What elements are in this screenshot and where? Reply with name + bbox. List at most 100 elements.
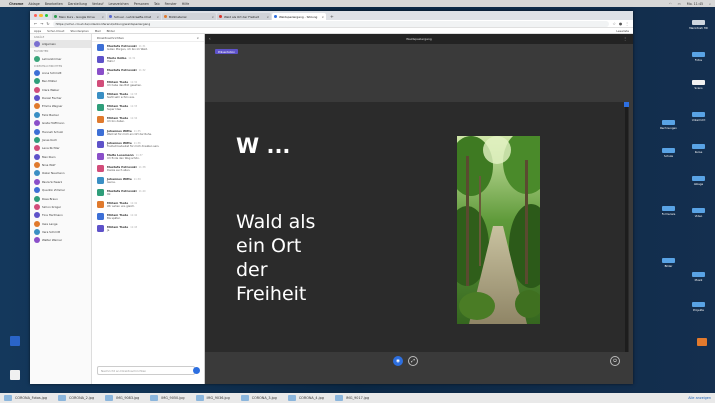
reading-list[interactable]: Leseliste xyxy=(616,29,629,33)
close-tab-icon[interactable]: × xyxy=(211,15,214,19)
message-author[interactable]: Johannes Witte xyxy=(107,129,132,133)
bookmark-item[interactable]: Bilder xyxy=(107,29,115,33)
desktop-icon[interactable]: Macintosh HD xyxy=(689,20,708,30)
desktop-icon[interactable]: Rechnungen xyxy=(660,120,677,130)
browser-tab[interactable]: Mein Kurs - Google Drive × xyxy=(52,13,106,20)
download-item[interactable]: CORONA_3.jpg xyxy=(252,396,277,400)
sidebar-item-user[interactable]: Clara Weber xyxy=(30,86,91,94)
desktop-icon[interactable]: Formulare xyxy=(662,206,675,216)
menubar-clock[interactable]: Mo. 11:45 xyxy=(687,2,703,6)
close-icon[interactable] xyxy=(34,14,38,18)
desktop-icon[interactable]: Scans xyxy=(692,80,705,90)
bookmark-item[interactable]: Mail xyxy=(95,29,101,33)
more-icon[interactable]: ⋮ xyxy=(623,36,627,41)
message-author[interactable]: Mustafa Petrovski xyxy=(107,189,137,193)
bookmark-apps[interactable]: Apps xyxy=(34,29,41,33)
scrollbar[interactable] xyxy=(625,102,628,352)
sidebar-item-user[interactable]: Lena Richter xyxy=(30,144,91,152)
desktop-icon[interactable]: Kurse xyxy=(692,144,705,154)
desktop-icon[interactable] xyxy=(695,338,708,348)
wifi-icon[interactable]: ◠ xyxy=(669,2,672,6)
bookmark-item[interactable]: Stundenplan xyxy=(70,29,88,33)
sidebar-item-user[interactable]: Anna Schmidt xyxy=(30,69,91,77)
sidebar-item-user[interactable]: Greta Hoffmann xyxy=(30,119,91,127)
url-field[interactable]: https://schul-cloud.de/videokonferenz/si… xyxy=(52,20,610,27)
menu-view[interactable]: Darstellung xyxy=(68,2,87,6)
message-author[interactable]: Malte Lesemann xyxy=(107,153,134,157)
sidebar-item-user[interactable]: Walter Werner xyxy=(30,236,91,244)
sidebar-item-favorite[interactable]: Lehrerzimmer xyxy=(30,54,91,62)
maximize-icon[interactable] xyxy=(44,14,49,18)
menu-people[interactable]: Personen xyxy=(134,2,149,6)
browser-tab-active[interactable]: Waldspaziergang - Sitzung × xyxy=(272,13,326,20)
sidebar-item-user[interactable]: Emma Wagner xyxy=(30,102,91,110)
sidebar-item-user[interactable]: Oskar Neumann xyxy=(30,169,91,177)
desktop-icon[interactable]: Bilder xyxy=(662,258,675,268)
sidebar-item-user[interactable]: Rosa Braun xyxy=(30,194,91,202)
spotlight-icon[interactable]: ⌕ xyxy=(709,2,711,6)
download-item[interactable]: IMG_9036.jpg xyxy=(207,396,230,400)
menu-history[interactable]: Verlauf xyxy=(92,2,104,6)
back-icon[interactable]: ← xyxy=(34,21,37,26)
browser-tab[interactable]: Schuel - Lehrkraefte-Chat × xyxy=(107,13,161,20)
desktop-icon[interactable]: Unterricht xyxy=(692,112,705,122)
sidebar-item-user[interactable]: Felix Becker xyxy=(30,111,91,119)
desktop-icon[interactable]: Musik xyxy=(692,272,705,282)
profile-icon[interactable]: ● xyxy=(619,21,622,26)
close-tab-icon[interactable]: × xyxy=(321,15,324,19)
sidebar-item-user[interactable]: Nina Wolf xyxy=(30,161,91,169)
reload-icon[interactable]: ↻ xyxy=(46,21,49,26)
download-item[interactable]: IMG_9050.jpg xyxy=(161,396,184,400)
sidebar-item-user[interactable]: Ben Müller xyxy=(30,77,91,85)
desktop-icon[interactable]: Fotos xyxy=(692,52,705,62)
sidebar-item-user[interactable]: Uwe Lange xyxy=(30,220,91,228)
minimize-icon[interactable] xyxy=(39,14,43,18)
menu-file[interactable]: Ablage xyxy=(28,2,39,6)
send-button[interactable] xyxy=(193,367,200,374)
menu-bookmarks[interactable]: Lesezeichen xyxy=(109,2,129,6)
close-tab-icon[interactable]: × xyxy=(266,15,269,19)
back-icon[interactable]: ‹ xyxy=(209,36,211,41)
sidebar-item-user[interactable]: Tina Hartmann xyxy=(30,211,91,219)
download-item[interactable]: IMG_9083.jpg xyxy=(116,396,139,400)
show-all-downloads[interactable]: Alle anzeigen xyxy=(688,396,711,400)
download-item[interactable]: CORONA_Fotos.jpg xyxy=(15,396,47,400)
desktop-icon[interactable] xyxy=(8,336,21,346)
battery-icon[interactable]: ▭ xyxy=(678,2,681,6)
browser-tab[interactable]: Bildmaterial × xyxy=(162,13,216,20)
message-author[interactable]: Johannes Witte xyxy=(107,141,132,145)
menu-window[interactable]: Fenster xyxy=(165,2,177,6)
sidebar-item-user[interactable]: Simon Krüger xyxy=(30,203,91,211)
browser-tab[interactable]: Wald als Ort der Freiheit × xyxy=(217,13,271,20)
sidebar-item-user[interactable]: Quentin Zimmer xyxy=(30,186,91,194)
sidebar-item-user[interactable]: Max Klein xyxy=(30,153,91,161)
forward-icon[interactable]: → xyxy=(40,21,43,26)
fullscreen-button[interactable]: ⤢ xyxy=(408,356,418,366)
menu-edit[interactable]: Bearbeiten xyxy=(45,2,63,6)
desktop-icon[interactable]: Video xyxy=(692,208,705,218)
share-screen-button[interactable]: ◉ xyxy=(393,356,403,366)
desktop-icon[interactable]: Schule xyxy=(662,148,675,158)
close-tab-icon[interactable]: × xyxy=(101,15,104,19)
leave-button[interactable]: ⏻ xyxy=(610,356,620,366)
desktop-icon[interactable]: Projekte xyxy=(692,302,705,312)
download-item[interactable]: CORONA_4.jpg xyxy=(299,396,324,400)
message-author[interactable]: Mustafa Petrovski xyxy=(107,68,137,72)
sidebar-item-user[interactable]: Jonas Koch xyxy=(30,136,91,144)
message-input[interactable]: Nachricht an Direktnachrichten xyxy=(97,366,195,375)
close-tab-icon[interactable]: × xyxy=(156,15,159,19)
menu-app[interactable]: Chrome xyxy=(9,2,23,6)
message-author[interactable]: Mustafa Petrovski xyxy=(107,165,137,169)
star-icon[interactable]: ☆ xyxy=(612,21,615,26)
close-icon[interactable]: × xyxy=(196,36,199,40)
menu-icon[interactable]: ⋮ xyxy=(625,21,629,26)
sidebar-item-user[interactable]: Daniel Fischer xyxy=(30,94,91,102)
message-author[interactable]: Miriam Tiede xyxy=(107,225,128,229)
menu-tab[interactable]: Tab xyxy=(154,2,160,6)
message-author[interactable]: Johannes Witte xyxy=(107,177,132,181)
menu-help[interactable]: Hilfe xyxy=(182,2,190,6)
expand-icon[interactable] xyxy=(624,102,629,107)
new-tab-button[interactable]: + xyxy=(327,15,337,20)
desktop-icon[interactable] xyxy=(8,370,21,380)
sidebar-item-channel[interactable]: Allgemein xyxy=(30,40,91,49)
